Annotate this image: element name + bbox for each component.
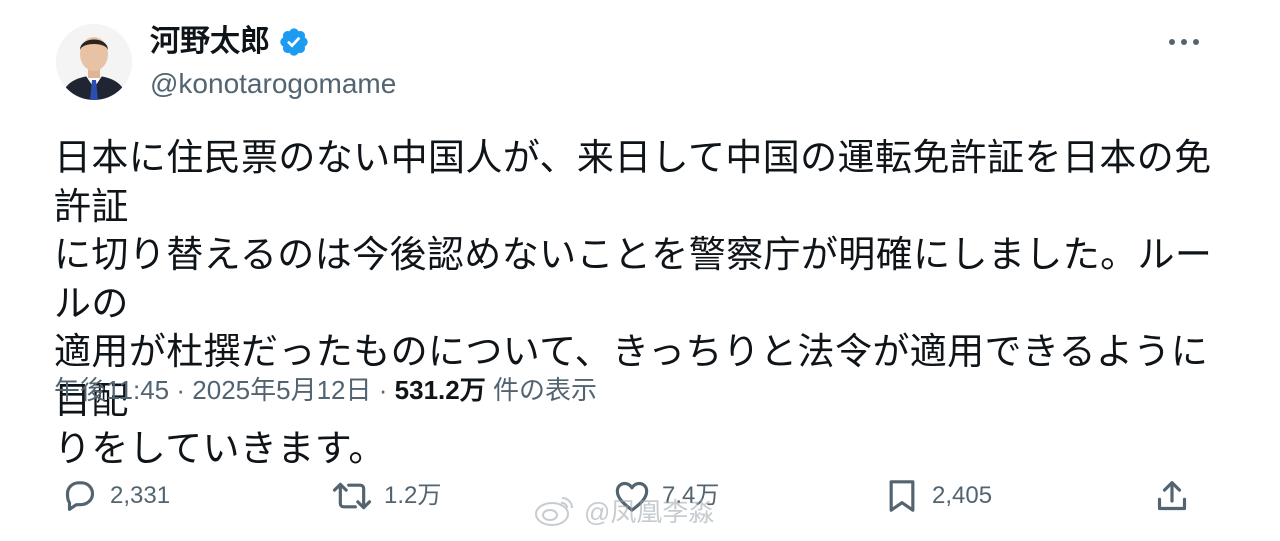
weibo-icon bbox=[532, 492, 576, 528]
more-options-button[interactable] bbox=[1162, 26, 1206, 58]
tweet-meta: 午後11:45 · 2025年5月12日 · 531.2万 件の表示 bbox=[54, 370, 597, 410]
reply-button[interactable]: 2,331 bbox=[60, 474, 170, 518]
repost-count: 1.2万 bbox=[384, 482, 442, 509]
share-icon bbox=[1152, 476, 1192, 516]
repost-button[interactable]: 1.2万 bbox=[330, 474, 441, 518]
like-button[interactable]: 7.4万 bbox=[612, 474, 719, 518]
verified-badge-icon[interactable] bbox=[278, 26, 310, 58]
tweet-time[interactable]: 午後11:45 bbox=[54, 375, 169, 405]
author-display-name-row[interactable]: 河野太郎 bbox=[150, 22, 310, 62]
heart-icon bbox=[612, 476, 652, 516]
views-count[interactable]: 531.2万 bbox=[395, 375, 486, 405]
share-button[interactable] bbox=[1152, 474, 1192, 518]
tweet-date[interactable]: 2025年5月12日 bbox=[192, 375, 371, 405]
meta-separator: · bbox=[378, 375, 388, 405]
bookmark-button[interactable]: 2,405 bbox=[882, 474, 992, 518]
repost-icon bbox=[330, 476, 374, 516]
like-count: 7.4万 bbox=[662, 482, 720, 509]
reply-icon bbox=[60, 476, 100, 516]
avatar[interactable] bbox=[56, 24, 132, 100]
avatar-portrait-icon bbox=[56, 24, 132, 100]
bookmark-icon bbox=[882, 476, 922, 516]
views-label: 件の表示 bbox=[492, 375, 597, 405]
author-display-name[interactable]: 河野太郎 bbox=[150, 22, 270, 62]
more-dots-icon bbox=[1169, 39, 1199, 45]
author-handle[interactable]: @konotarogomame bbox=[150, 66, 396, 102]
reply-count: 2,331 bbox=[110, 482, 171, 509]
tweet-card: 河野太郎 @konotarogomame 日本に住民票のない中国人が、来日して中… bbox=[0, 0, 1280, 541]
tweet-text: 日本に住民票のない中国人が、来日して中国の運転免許証を日本の免許証 に切り替える… bbox=[54, 136, 1213, 470]
meta-separator: · bbox=[176, 375, 186, 405]
bookmark-count: 2,405 bbox=[932, 482, 993, 509]
